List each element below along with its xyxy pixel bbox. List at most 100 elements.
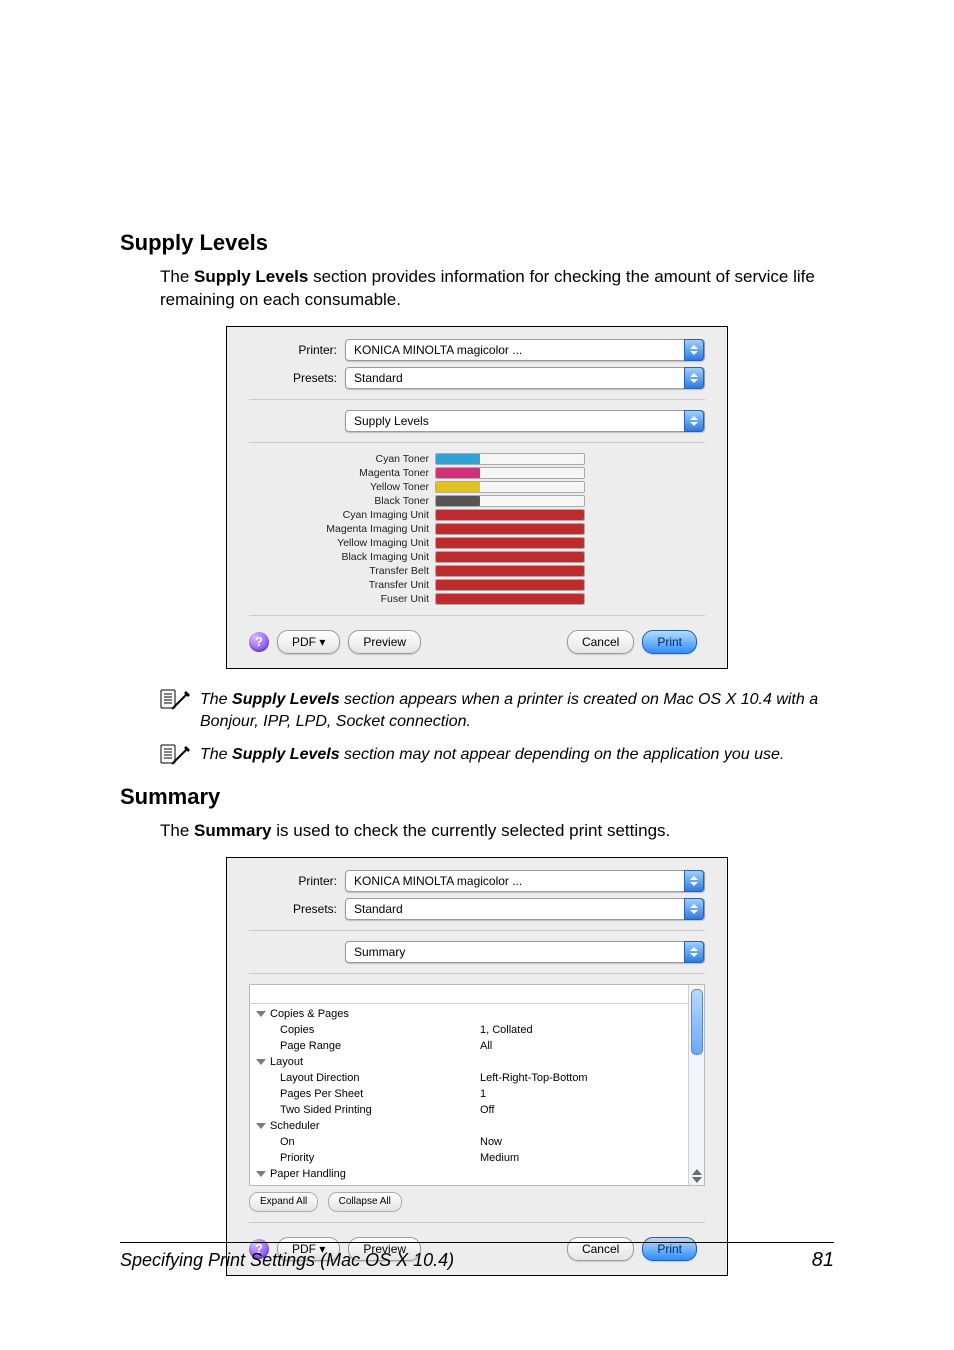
supply-meter-label: Cyan Imaging Unit (249, 509, 429, 521)
note-text: The (200, 691, 232, 708)
footer-title: Specifying Print Settings (Mac OS X 10.4… (120, 1250, 454, 1271)
supply-levels-dialog: Printer: KONICA MINOLTA magicolor ... Pr… (226, 326, 728, 669)
supply-meter-row: Transfer Unit (249, 579, 705, 591)
tree-group-name: Paper Handling (270, 1168, 346, 1180)
supply-meter-bar (435, 565, 585, 577)
tree-item-value: All (480, 1040, 704, 1052)
tree-group-header[interactable]: Copies & Pages (256, 1006, 704, 1022)
tree-group-name: Scheduler (270, 1120, 320, 1132)
tree-group-header[interactable]: Scheduler (256, 1118, 704, 1134)
select-stepper-icon (684, 367, 704, 389)
expand-all-button[interactable]: Expand All (249, 1192, 318, 1212)
tree-item: Destination paper sizeDocument paper: A4 (256, 1182, 704, 1186)
tree-item-value: Left-Right-Top-Bottom (480, 1072, 704, 1084)
note-1: The Supply Levels section appears when a… (160, 689, 834, 734)
supply-meter-row: Transfer Belt (249, 565, 705, 577)
supply-meter-bar (435, 551, 585, 563)
supply-meter-row: Yellow Imaging Unit (249, 537, 705, 549)
tree-item-value: Document paper: A4 (480, 1184, 704, 1186)
divider (249, 442, 705, 443)
scroll-down-icon[interactable] (692, 1177, 702, 1183)
print-button[interactable]: Print (642, 630, 697, 654)
printer-select[interactable]: KONICA MINOLTA magicolor ... (345, 339, 705, 361)
note-2: The Supply Levels section may not appear… (160, 744, 834, 766)
divider (249, 615, 705, 616)
scroll-thumb[interactable] (691, 989, 703, 1055)
presets-select-value: Standard (354, 902, 403, 916)
tree-item-key: Priority (256, 1152, 480, 1164)
supply-meter-label: Black Imaging Unit (249, 551, 429, 563)
tree-item-value: 1, Collated (480, 1024, 704, 1036)
supply-meter-row: Black Imaging Unit (249, 551, 705, 563)
summary-body: The Summary is used to check the current… (160, 820, 834, 843)
tree-item: Two Sided PrintingOff (256, 1102, 704, 1118)
tree-item-value: Medium (480, 1152, 704, 1164)
collapse-all-button[interactable]: Collapse All (328, 1192, 402, 1212)
divider (249, 973, 705, 974)
disclosure-triangle-icon[interactable] (256, 1059, 266, 1065)
scrollbar[interactable] (688, 985, 704, 1185)
tree-item: Copies1, Collated (256, 1022, 704, 1038)
text: The (160, 267, 194, 286)
supply-meter-label: Transfer Belt (249, 565, 429, 577)
text-bold: Supply Levels (194, 267, 308, 286)
printer-label: Printer: (249, 343, 337, 357)
tree-group-header[interactable]: Layout (256, 1054, 704, 1070)
supply-meter-row: Fuser Unit (249, 593, 705, 605)
heading-supply-levels: Supply Levels (120, 230, 834, 256)
text-bold: Summary (194, 821, 271, 840)
tree-item-key: Destination paper size (256, 1184, 480, 1186)
tree-group: Copies & PagesCopies1, CollatedPage Rang… (250, 1006, 704, 1054)
supply-meter-label: Cyan Toner (249, 453, 429, 465)
disclosure-triangle-icon[interactable] (256, 1123, 266, 1129)
supply-body: The Supply Levels section provides infor… (160, 266, 834, 312)
supply-meter-bar (435, 481, 585, 493)
pdf-button[interactable]: PDF ▾ (277, 630, 340, 654)
presets-label: Presets: (249, 371, 337, 385)
tree-item-key: Two Sided Printing (256, 1104, 480, 1116)
printer-select[interactable]: KONICA MINOLTA magicolor ... (345, 870, 705, 892)
supply-meter-row: Magenta Toner (249, 467, 705, 479)
presets-select[interactable]: Standard (345, 367, 705, 389)
supply-meter-row: Yellow Toner (249, 481, 705, 493)
tree-item: OnNow (256, 1134, 704, 1150)
footer-page-number: 81 (812, 1249, 834, 1272)
scroll-up-icon[interactable] (692, 1169, 702, 1175)
supply-meter-label: Magenta Toner (249, 467, 429, 479)
tree-item: PriorityMedium (256, 1150, 704, 1166)
select-stepper-icon (684, 870, 704, 892)
tree-item: Layout DirectionLeft-Right-Top-Bottom (256, 1070, 704, 1086)
page-footer: Specifying Print Settings (Mac OS X 10.4… (120, 1242, 834, 1272)
presets-select[interactable]: Standard (345, 898, 705, 920)
note-text: The (200, 746, 232, 763)
printer-select-value: KONICA MINOLTA magicolor ... (354, 874, 522, 888)
tree-item-key: On (256, 1136, 480, 1148)
note-text-bold: Supply Levels (232, 746, 340, 763)
pane-select[interactable]: Summary (345, 941, 705, 963)
supply-meter-bar (435, 495, 585, 507)
disclosure-triangle-icon[interactable] (256, 1011, 266, 1017)
summary-dialog: Printer: KONICA MINOLTA magicolor ... Pr… (226, 857, 728, 1276)
pane-select[interactable]: Supply Levels (345, 410, 705, 432)
supply-meter-label: Magenta Imaging Unit (249, 523, 429, 535)
tree-group: SchedulerOnNowPriorityMedium (250, 1118, 704, 1166)
supply-meter-label: Black Toner (249, 495, 429, 507)
text: is used to check the currently selected … (272, 821, 671, 840)
note-text: section may not appear depending on the … (340, 746, 785, 763)
presets-label: Presets: (249, 902, 337, 916)
tree-item-key: Copies (256, 1024, 480, 1036)
supply-meter-bar (435, 593, 585, 605)
select-stepper-icon (684, 898, 704, 920)
pane-select-value: Supply Levels (354, 414, 429, 428)
select-stepper-icon (684, 410, 704, 432)
help-button[interactable]: ? (249, 632, 269, 652)
cancel-button[interactable]: Cancel (567, 630, 634, 654)
select-stepper-icon (684, 339, 704, 361)
preview-button[interactable]: Preview (348, 630, 421, 654)
divider (249, 930, 705, 931)
tree-group-header[interactable]: Paper Handling (256, 1166, 704, 1182)
supply-meter-bar (435, 537, 585, 549)
disclosure-triangle-icon[interactable] (256, 1171, 266, 1177)
supply-meter-label: Yellow Imaging Unit (249, 537, 429, 549)
tree-group: Paper Handling Destination paper sizeDocu… (250, 1166, 704, 1186)
